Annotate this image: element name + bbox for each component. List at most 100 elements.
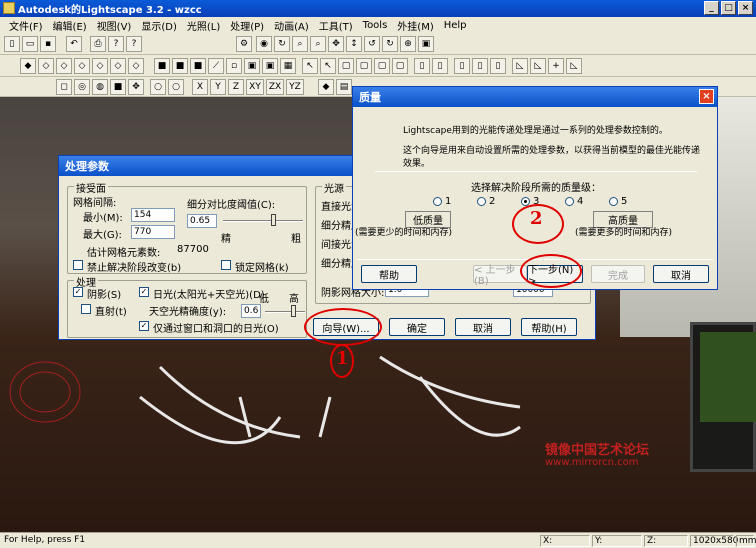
orbit-icon[interactable]: ↻ [274,36,290,52]
render-icon-1[interactable]: ■ [154,58,170,74]
quality-cancel-button[interactable]: 取消 [653,265,709,283]
select-icon-5[interactable]: ▢ [374,58,390,74]
ok-button[interactable]: 确定 [389,318,445,336]
view-icon-4[interactable]: ■ [110,79,126,95]
cube-mode-icon-4[interactable]: ◇ [74,58,90,74]
cube-mode-icon-3[interactable]: ◇ [56,58,72,74]
light-icon-2[interactable]: ◺ [530,58,546,74]
render-icon-7[interactable]: ▣ [262,58,278,74]
doc-icon-5[interactable]: ▯ [490,58,506,74]
zoom-window-icon[interactable]: ⌕ [310,36,326,52]
cube-mode-icon-7[interactable]: ◇ [128,58,144,74]
render-icon-2[interactable]: ■ [172,58,188,74]
maximize-button[interactable]: □ [721,1,736,15]
new-file-icon[interactable]: ▯ [4,36,20,52]
zoom-extents-icon[interactable]: ⊕ [400,36,416,52]
select-arrow-icon[interactable]: ↖ [302,58,318,74]
doc-icon-2[interactable]: ▯ [432,58,448,74]
pan-icon[interactable]: ✥ [328,36,344,52]
quality-radio-5[interactable] [609,197,618,206]
dolly-icon[interactable]: ↕ [346,36,362,52]
menu-light[interactable]: 光照(L) [182,18,225,33]
axis-z-button[interactable]: Z [228,79,244,95]
sky-slider[interactable] [291,305,296,317]
select-icon-4[interactable]: ▢ [356,58,372,74]
daylight-checkbox[interactable]: ✓ [139,287,149,297]
contrast-input[interactable]: 0.65 [187,214,217,228]
open-file-icon[interactable]: ▭ [22,36,38,52]
axis-xy-button[interactable]: XY [246,79,264,95]
menu-process[interactable]: 处理(P) [225,18,269,33]
view-tool-icon[interactable]: ⚙ [236,36,252,52]
axis-zx-button[interactable]: ZX [266,79,284,95]
view-icon-3[interactable]: ◍ [92,79,108,95]
axis-y-button[interactable]: Y [210,79,226,95]
camera-icon[interactable]: ▣ [418,36,434,52]
light-icon-1[interactable]: ◺ [512,58,528,74]
view-icon-2[interactable]: ◎ [74,79,90,95]
quality-radio-2[interactable] [477,197,486,206]
help-icon[interactable]: ? [108,36,124,52]
close-button[interactable]: × [738,1,753,15]
light-icon-3[interactable]: ◺ [566,58,582,74]
quality-help-button[interactable]: 帮助 [361,265,417,283]
shadow-checkbox[interactable]: ✓ [73,287,83,297]
axis-yz-button[interactable]: YZ [286,79,304,95]
select-icon-6[interactable]: ▢ [392,58,408,74]
min-input[interactable]: 154 [131,208,175,222]
undo-icon[interactable]: ↶ [66,36,82,52]
render-icon-5[interactable]: ▫ [226,58,242,74]
axis-x-button[interactable]: X [192,79,208,95]
roll-icon[interactable]: ↺ [364,36,380,52]
menu-tools-cn[interactable]: 工具(T) [314,18,358,33]
rotate-icon[interactable]: ↻ [382,36,398,52]
menu-file[interactable]: 文件(F) [4,18,48,33]
menu-edit[interactable]: 编辑(E) [48,18,92,33]
back-button[interactable]: < 上一步(B) [473,265,527,287]
print-icon[interactable]: ⎙ [90,36,106,52]
quality-radio-1[interactable] [433,197,442,206]
help-button[interactable]: 帮助(H) [521,318,577,336]
quality-radio-4[interactable] [565,197,574,206]
cube-mode-icon-6[interactable]: ◇ [110,58,126,74]
max-input[interactable]: 770 [131,225,175,239]
render-icon-4[interactable]: ⟋ [208,58,224,74]
zoom-icon[interactable]: ⌕ [292,36,308,52]
close-icon[interactable]: × [699,89,714,104]
view-icon-5[interactable]: ✥ [128,79,144,95]
eye-icon[interactable]: ◉ [256,36,272,52]
menu-display[interactable]: 显示(D) [136,18,182,33]
save-icon[interactable]: ▪ [40,36,56,52]
cube-mode-icon-1[interactable]: ◆ [20,58,36,74]
contrast-slider[interactable] [271,214,276,226]
menu-animation[interactable]: 动画(A) [269,18,314,33]
select-icon-3[interactable]: ▢ [338,58,354,74]
view-icon-7[interactable]: ○ [168,79,184,95]
tool-icon-1[interactable]: ◆ [318,79,334,95]
select-icon-2[interactable]: ↖ [320,58,336,74]
cube-mode-icon-5[interactable]: ◇ [92,58,108,74]
menu-help[interactable]: Help [439,20,472,31]
doc-icon-1[interactable]: ▯ [414,58,430,74]
add-icon[interactable]: + [548,58,564,74]
menu-tools[interactable]: Tools [358,20,393,31]
direct-checkbox[interactable] [81,304,91,314]
disable-change-checkbox[interactable] [73,260,83,270]
sky-accuracy-input[interactable]: 0.6 [241,304,261,318]
render-icon-6[interactable]: ▣ [244,58,260,74]
minimize-button[interactable]: _ [704,1,719,15]
doc-icon-4[interactable]: ▯ [472,58,488,74]
menu-plugins[interactable]: 外挂(M) [392,18,438,33]
view-icon-6[interactable]: ○ [150,79,166,95]
context-help-icon[interactable]: ? [126,36,142,52]
menu-view[interactable]: 视图(V) [92,18,137,33]
render-icon-8[interactable]: ▦ [280,58,296,74]
view-icon-1[interactable]: ◻ [56,79,72,95]
windows-only-checkbox[interactable]: ✓ [139,321,149,331]
finish-button[interactable]: 完成 [591,265,645,283]
render-icon-3[interactable]: ■ [190,58,206,74]
doc-icon-3[interactable]: ▯ [454,58,470,74]
lock-mesh-checkbox[interactable] [221,260,231,270]
tool-icon-2[interactable]: ▤ [336,79,352,95]
cancel-button[interactable]: 取消 [455,318,511,336]
